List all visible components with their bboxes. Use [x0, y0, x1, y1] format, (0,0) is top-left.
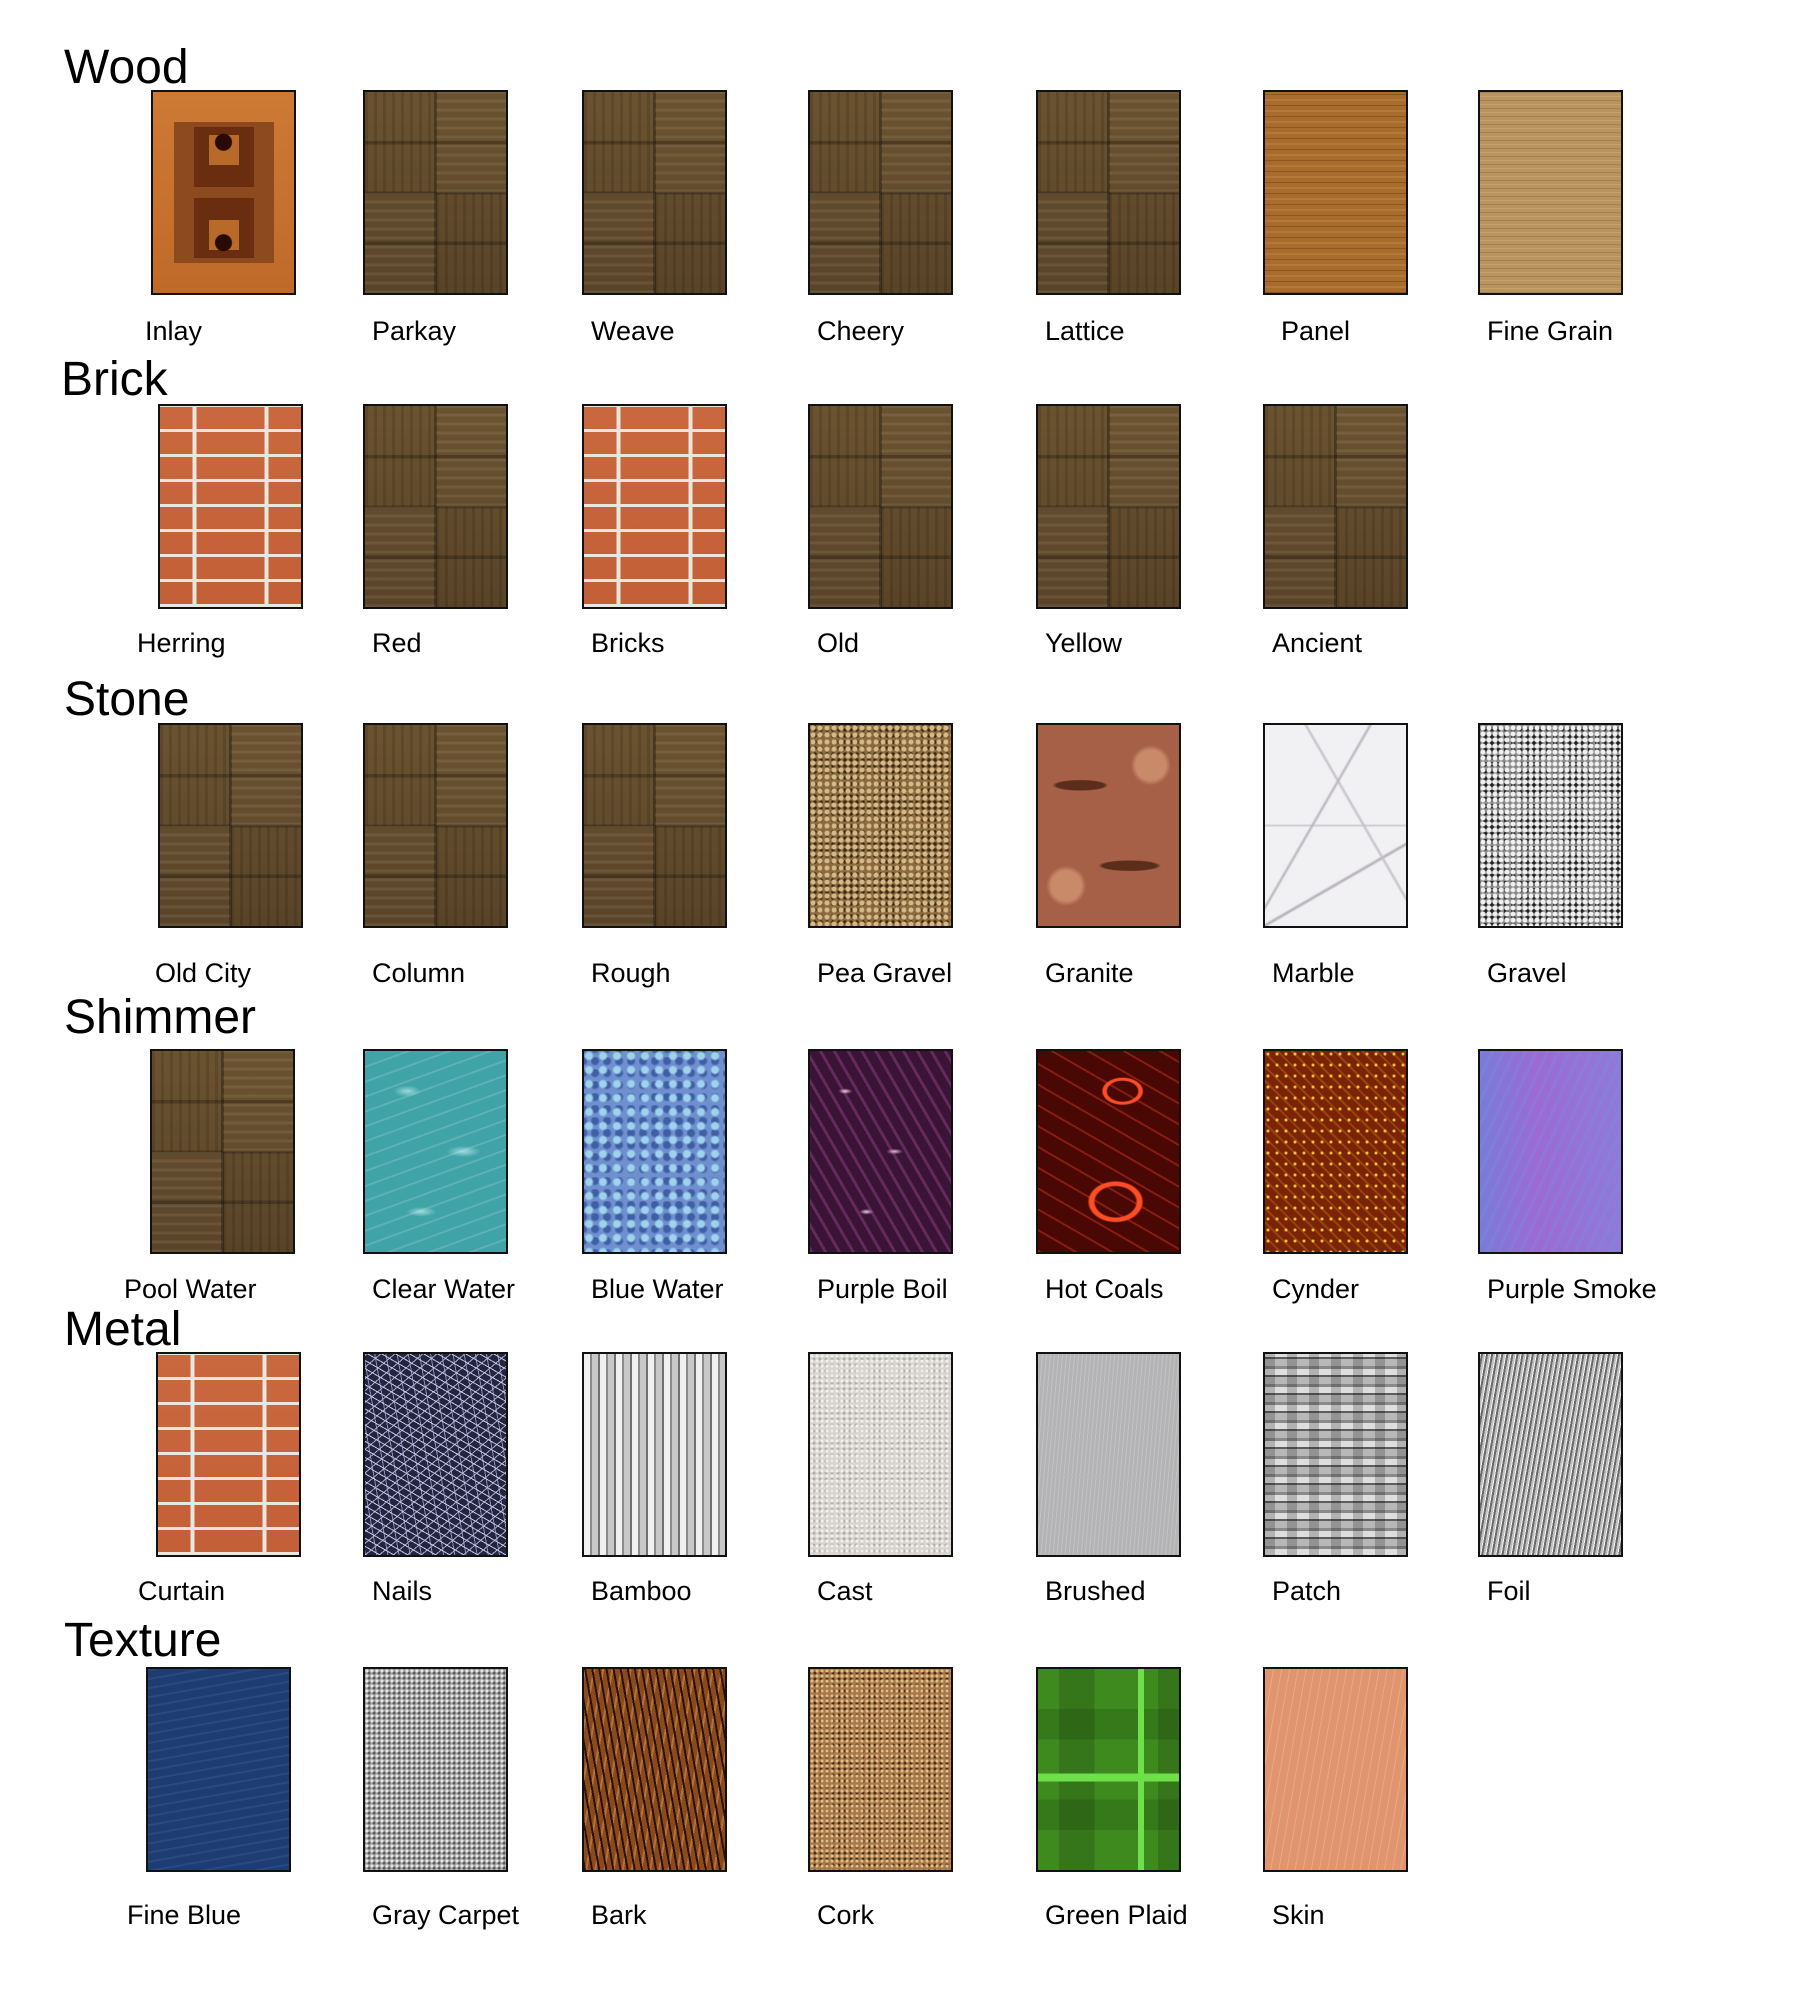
texture-swatch-bamboo[interactable] — [582, 1352, 727, 1557]
texture-label-curtain[interactable]: Curtain — [138, 1578, 225, 1605]
texture-label-pea-gravel[interactable]: Pea Gravel — [817, 960, 952, 987]
texture-swatch-granite[interactable] — [1036, 723, 1181, 928]
texture-label-cheery[interactable]: Cheery — [817, 318, 904, 345]
texture-label-marble[interactable]: Marble — [1272, 960, 1355, 987]
texture-swatch-clear-water[interactable] — [363, 1049, 508, 1254]
texture-swatch-skin[interactable] — [1263, 1667, 1408, 1872]
texture-swatch-curtain[interactable] — [156, 1352, 301, 1557]
texture-label-nails[interactable]: Nails — [372, 1578, 432, 1605]
texture-swatch-old-city[interactable] — [158, 723, 303, 928]
texture-swatch-yellow[interactable] — [1036, 404, 1181, 609]
texture-label-brushed[interactable]: Brushed — [1045, 1578, 1146, 1605]
texture-swatch-purple-boil[interactable] — [808, 1049, 953, 1254]
texture-label-fine-blue[interactable]: Fine Blue — [127, 1902, 241, 1929]
texture-label-bamboo[interactable]: Bamboo — [591, 1578, 692, 1605]
texture-label-pool-water[interactable]: Pool Water — [124, 1276, 257, 1303]
texture-label-hot-coals[interactable]: Hot Coals — [1045, 1276, 1164, 1303]
texture-label-bark[interactable]: Bark — [591, 1902, 647, 1929]
texture-label-cast[interactable]: Cast — [817, 1578, 873, 1605]
texture-swatch-old[interactable] — [808, 404, 953, 609]
category-title-shimmer: Shimmer — [64, 991, 257, 1044]
texture-label-red[interactable]: Red — [372, 630, 422, 657]
texture-swatch-herring[interactable] — [158, 404, 303, 609]
category-title-wood: Wood — [64, 41, 189, 94]
texture-label-cynder[interactable]: Cynder — [1272, 1276, 1359, 1303]
texture-label-rough[interactable]: Rough — [591, 960, 671, 987]
texture-swatch-nails[interactable] — [363, 1352, 508, 1557]
texture-swatch-brushed[interactable] — [1036, 1352, 1181, 1557]
texture-label-patch[interactable]: Patch — [1272, 1578, 1341, 1605]
texture-label-skin[interactable]: Skin — [1272, 1902, 1325, 1929]
texture-label-clear-water[interactable]: Clear Water — [372, 1276, 515, 1303]
texture-swatch-marble[interactable] — [1263, 723, 1408, 928]
texture-label-gray-carpet[interactable]: Gray Carpet — [372, 1902, 519, 1929]
texture-label-purple-boil[interactable]: Purple Boil — [817, 1276, 948, 1303]
texture-swatch-bricks[interactable] — [582, 404, 727, 609]
texture-swatch-green-plaid[interactable] — [1036, 1667, 1181, 1872]
texture-label-foil[interactable]: Foil — [1487, 1578, 1531, 1605]
texture-swatch-cast[interactable] — [808, 1352, 953, 1557]
category-title-texture: Texture — [64, 1614, 222, 1667]
texture-swatch-fine-grain[interactable] — [1478, 90, 1623, 295]
texture-label-weave[interactable]: Weave — [591, 318, 675, 345]
texture-swatch-cork[interactable] — [808, 1667, 953, 1872]
texture-label-old[interactable]: Old — [817, 630, 859, 657]
texture-swatch-fine-blue[interactable] — [146, 1667, 291, 1872]
texture-swatch-ancient[interactable] — [1263, 404, 1408, 609]
category-title-metal: Metal — [64, 1303, 182, 1356]
texture-label-fine-grain[interactable]: Fine Grain — [1487, 318, 1613, 345]
texture-swatch-cheery[interactable] — [808, 90, 953, 295]
texture-swatch-purple-smoke[interactable] — [1478, 1049, 1623, 1254]
texture-label-lattice[interactable]: Lattice — [1045, 318, 1125, 345]
texture-label-granite[interactable]: Granite — [1045, 960, 1134, 987]
texture-swatch-lattice[interactable] — [1036, 90, 1181, 295]
texture-swatch-red[interactable] — [363, 404, 508, 609]
texture-label-old-city[interactable]: Old City — [155, 960, 251, 987]
texture-label-cork[interactable]: Cork — [817, 1902, 874, 1929]
texture-swatch-bark[interactable] — [582, 1667, 727, 1872]
texture-swatch-weave[interactable] — [582, 90, 727, 295]
category-title-stone: Stone — [64, 673, 190, 726]
texture-swatch-pea-gravel[interactable] — [808, 723, 953, 928]
texture-swatch-column[interactable] — [363, 723, 508, 928]
texture-label-green-plaid[interactable]: Green Plaid — [1045, 1902, 1188, 1929]
texture-swatch-inlay[interactable] — [151, 90, 296, 295]
texture-swatch-panel[interactable] — [1263, 90, 1408, 295]
texture-swatch-rough[interactable] — [582, 723, 727, 928]
texture-label-yellow[interactable]: Yellow — [1045, 630, 1122, 657]
texture-label-blue-water[interactable]: Blue Water — [591, 1276, 724, 1303]
texture-label-gravel[interactable]: Gravel — [1487, 960, 1567, 987]
texture-swatch-cynder[interactable] — [1263, 1049, 1408, 1254]
texture-swatch-patch[interactable] — [1263, 1352, 1408, 1557]
texture-swatch-gray-carpet[interactable] — [363, 1667, 508, 1872]
texture-label-herring[interactable]: Herring — [137, 630, 226, 657]
texture-swatch-hot-coals[interactable] — [1036, 1049, 1181, 1254]
texture-label-inlay[interactable]: Inlay — [145, 318, 202, 345]
texture-label-ancient[interactable]: Ancient — [1272, 630, 1362, 657]
texture-label-parkay[interactable]: Parkay — [372, 318, 456, 345]
texture-label-panel[interactable]: Panel — [1281, 318, 1350, 345]
texture-swatch-pool-water[interactable] — [150, 1049, 295, 1254]
texture-swatch-parkay[interactable] — [363, 90, 508, 295]
texture-label-purple-smoke[interactable]: Purple Smoke — [1487, 1276, 1657, 1303]
texture-swatch-gravel[interactable] — [1478, 723, 1623, 928]
texture-swatch-blue-water[interactable] — [582, 1049, 727, 1254]
category-title-brick: Brick — [61, 353, 168, 406]
texture-swatch-foil[interactable] — [1478, 1352, 1623, 1557]
texture-label-column[interactable]: Column — [372, 960, 465, 987]
texture-label-bricks[interactable]: Bricks — [591, 630, 665, 657]
